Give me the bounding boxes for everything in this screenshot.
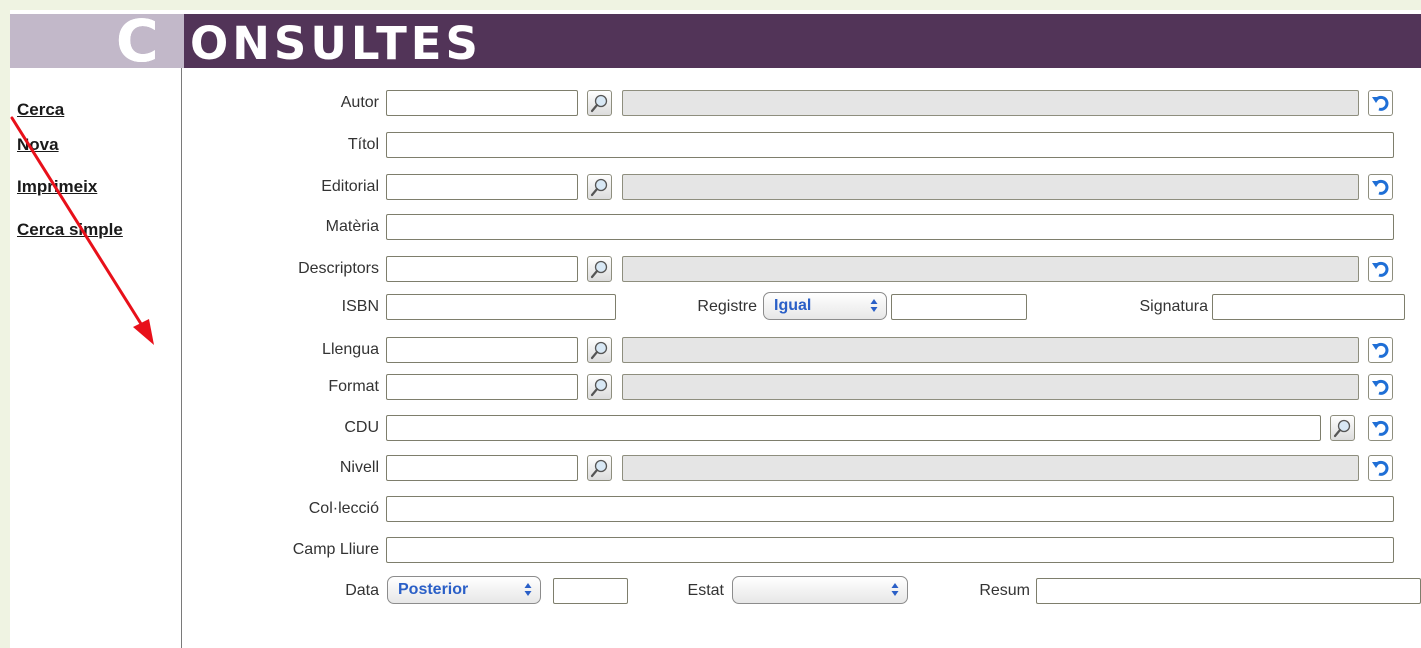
autor-code-field[interactable] xyxy=(386,90,578,116)
label-descriptors: Descriptors xyxy=(298,260,379,277)
search-icon xyxy=(590,260,608,279)
nivell-reset-button[interactable] xyxy=(1368,455,1393,481)
label-data: Data xyxy=(345,582,379,599)
autor-search-button[interactable] xyxy=(587,90,612,116)
descriptors-code-field[interactable] xyxy=(386,256,578,282)
camp-lliure-field[interactable] xyxy=(386,537,1394,563)
label-signatura: Signatura xyxy=(1139,298,1209,315)
editorial-search-button[interactable] xyxy=(587,174,612,200)
search-icon xyxy=(590,178,608,197)
autor-reset-button[interactable] xyxy=(1368,90,1393,116)
editorial-reset-button[interactable] xyxy=(1368,174,1393,200)
format-reset-button[interactable] xyxy=(1368,374,1393,400)
nivell-code-field[interactable] xyxy=(386,455,578,481)
descriptors-search-button[interactable] xyxy=(587,256,612,282)
chevron-updown-icon xyxy=(891,583,899,596)
chevron-updown-icon xyxy=(524,583,532,596)
page-title: ONSULTES xyxy=(190,17,482,70)
reset-icon xyxy=(1372,95,1389,111)
search-icon xyxy=(590,459,608,478)
label-estat: Estat xyxy=(687,582,724,599)
label-colleccio: Col·lecció xyxy=(308,500,379,517)
descriptors-description-field xyxy=(622,256,1359,282)
cdu-search-button[interactable] xyxy=(1330,415,1355,441)
chevron-updown-icon xyxy=(870,299,878,312)
reset-icon xyxy=(1372,179,1389,195)
descriptors-reset-button[interactable] xyxy=(1368,256,1393,282)
autor-description-field xyxy=(622,90,1359,116)
label-format: Format xyxy=(328,378,379,395)
label-isbn: ISBN xyxy=(341,298,379,315)
page: C ONSULTES Cerca Nova Imprimeix Cerca si… xyxy=(10,10,1421,648)
registre-comparator-value: Igual xyxy=(774,297,812,314)
llengua-description-field xyxy=(622,337,1359,363)
signatura-field[interactable] xyxy=(1212,294,1405,320)
editorial-description-field xyxy=(622,174,1359,200)
sidebar-link-cerca[interactable]: Cerca xyxy=(17,100,64,120)
materia-field[interactable] xyxy=(386,214,1394,240)
cdu-field[interactable] xyxy=(386,415,1321,441)
page-title-initial: C xyxy=(116,7,159,75)
titol-field[interactable] xyxy=(386,132,1394,158)
sidebar-divider xyxy=(181,68,182,648)
llengua-search-button[interactable] xyxy=(587,337,612,363)
reset-icon xyxy=(1372,460,1389,476)
label-autor: Autor xyxy=(340,94,379,111)
editorial-code-field[interactable] xyxy=(386,174,578,200)
data-comparator-value: Posterior xyxy=(398,581,469,598)
label-llengua: Llengua xyxy=(322,341,379,358)
reset-icon xyxy=(1372,261,1389,277)
resum-field[interactable] xyxy=(1036,578,1421,604)
search-icon xyxy=(590,341,608,360)
estat-select[interactable] xyxy=(732,576,908,604)
cdu-reset-button[interactable] xyxy=(1368,415,1393,441)
label-registre: Registre xyxy=(697,298,757,315)
label-titol: Títol xyxy=(347,136,379,153)
reset-icon xyxy=(1372,420,1389,436)
format-code-field[interactable] xyxy=(386,374,578,400)
registre-field[interactable] xyxy=(891,294,1027,320)
data-field[interactable] xyxy=(553,578,628,604)
data-comparator-select[interactable]: Posterior xyxy=(387,576,541,604)
label-camp-lliure: Camp Lliure xyxy=(292,541,379,558)
colleccio-field[interactable] xyxy=(386,496,1394,522)
isbn-field[interactable] xyxy=(386,294,616,320)
label-resum: Resum xyxy=(979,582,1030,599)
registre-comparator-select[interactable]: Igual xyxy=(763,292,887,320)
reset-icon xyxy=(1372,342,1389,358)
reset-icon xyxy=(1372,379,1389,395)
search-icon xyxy=(1333,419,1351,438)
search-icon xyxy=(590,378,608,397)
format-description-field xyxy=(622,374,1359,400)
sidebar-link-imprimeix[interactable]: Imprimeix xyxy=(17,177,97,197)
llengua-reset-button[interactable] xyxy=(1368,337,1393,363)
search-icon xyxy=(590,94,608,113)
label-materia: Matèria xyxy=(325,218,379,235)
label-nivell: Nivell xyxy=(339,459,379,476)
sidebar-link-cerca-simple[interactable]: Cerca simple xyxy=(17,220,123,240)
sidebar xyxy=(10,68,181,648)
sidebar-link-nova[interactable]: Nova xyxy=(17,135,59,155)
label-editorial: Editorial xyxy=(321,178,379,195)
nivell-description-field xyxy=(622,455,1359,481)
llengua-code-field[interactable] xyxy=(386,337,578,363)
nivell-search-button[interactable] xyxy=(587,455,612,481)
label-cdu: CDU xyxy=(344,419,379,436)
format-search-button[interactable] xyxy=(587,374,612,400)
header-banner: C ONSULTES xyxy=(10,7,1421,75)
